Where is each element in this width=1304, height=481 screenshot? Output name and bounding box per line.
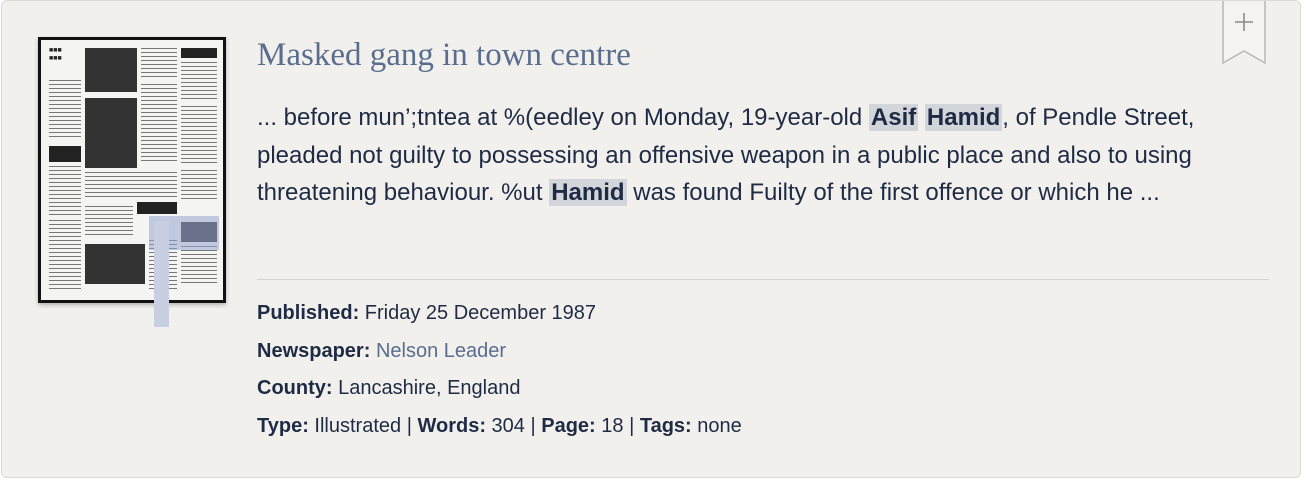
bookmark-add-icon[interactable] <box>1222 1 1266 67</box>
article-snippet: ... before mun’;tntea at %(eedley on Mon… <box>257 104 1195 206</box>
meta-county: County: Lancashire, England <box>257 377 521 399</box>
highlight-term: Hamid <box>924 104 1003 131</box>
article-title[interactable]: Masked gang in town centre <box>257 37 631 74</box>
newspaper-thumbnail[interactable]: ■■■ ■■■ <box>38 37 226 303</box>
search-result-card: ■■■ ■■■ Masked gang in town centre ... b… <box>1 0 1301 478</box>
divider <box>257 279 1269 280</box>
meta-newspaper: Newspaper: Nelson Leader <box>257 340 507 362</box>
highlight-term: Asif <box>868 104 919 131</box>
thumbnail-marker <box>154 221 169 327</box>
highlight-term: Hamid <box>549 179 627 206</box>
newspaper-link[interactable]: Nelson Leader <box>376 340 506 362</box>
meta-details: Type: Illustrated | Words: 304 | Page: 1… <box>257 415 742 437</box>
meta-published: Published: Friday 25 December 1987 <box>257 302 597 324</box>
newspaper-page-image: ■■■ ■■■ <box>41 40 223 300</box>
